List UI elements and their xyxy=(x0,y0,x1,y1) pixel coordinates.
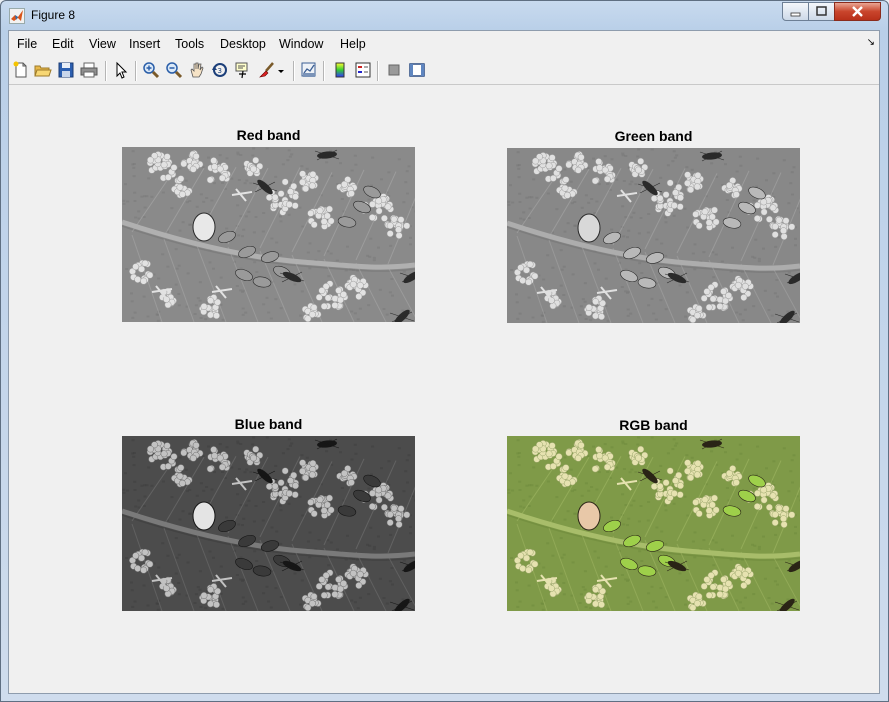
window-title: Figure 8 xyxy=(31,8,76,22)
show-plot-tools-icon[interactable] xyxy=(408,61,426,79)
legend-icon[interactable] xyxy=(354,61,372,79)
axes-title-blue: Blue band xyxy=(234,416,303,432)
image-blue-band[interactable] xyxy=(122,436,415,611)
axes-title-green: Green band xyxy=(614,128,693,144)
open-file-icon[interactable] xyxy=(34,61,52,79)
menu-desktop[interactable]: Desktop xyxy=(220,37,266,51)
figure-client: File Edit View Insert Tools Desktop Wind… xyxy=(8,30,880,694)
menu-tools[interactable]: Tools xyxy=(175,37,204,51)
pan-hand-icon[interactable] xyxy=(188,61,206,79)
figure-window: Figure 8 File Edit View Insert Tools Des… xyxy=(0,0,889,702)
save-icon[interactable] xyxy=(57,61,75,79)
menu-view[interactable]: View xyxy=(89,37,116,51)
new-figure-icon[interactable] xyxy=(12,61,30,79)
dock-arrow-icon[interactable]: ↘ xyxy=(867,37,875,48)
toolbar-separator xyxy=(135,61,137,81)
toolbar-separator xyxy=(323,61,325,81)
leaf-image xyxy=(507,436,800,611)
title-bar[interactable]: Figure 8 xyxy=(1,1,888,29)
svg-text:3: 3 xyxy=(218,67,222,75)
image-green-band[interactable] xyxy=(507,148,800,323)
leaf-image xyxy=(507,148,800,323)
data-cursor-icon[interactable] xyxy=(234,61,252,79)
colorbar-icon[interactable] xyxy=(331,61,349,79)
axes-title-rgb: RGB band xyxy=(619,417,688,433)
brush-dropdown-icon[interactable] xyxy=(277,61,285,79)
figure-canvas[interactable]: Red band Green band Blue band RGB band xyxy=(9,85,879,693)
menu-bar: File Edit View Insert Tools Desktop Wind… xyxy=(9,31,879,57)
toolbar-separator xyxy=(105,61,107,81)
zoom-out-icon[interactable] xyxy=(165,61,183,79)
leaf-image xyxy=(122,147,415,322)
print-icon[interactable] xyxy=(80,61,98,79)
maximize-button[interactable] xyxy=(808,2,835,21)
toolbar-separator xyxy=(293,61,295,81)
menu-file[interactable]: File xyxy=(17,37,37,51)
figure-toolbar: 3 xyxy=(9,58,879,85)
menu-insert[interactable]: Insert xyxy=(129,37,160,51)
menu-window[interactable]: Window xyxy=(279,37,323,51)
image-rgb-band[interactable] xyxy=(507,436,800,611)
hide-plot-tools-icon[interactable] xyxy=(385,61,403,79)
link-plot-icon[interactable] xyxy=(300,61,318,79)
rotate-3d-icon[interactable]: 3 xyxy=(211,61,229,79)
minimize-button[interactable] xyxy=(782,2,809,21)
axes-title-red: Red band xyxy=(236,127,301,143)
toolbar-separator xyxy=(377,61,379,81)
pointer-icon[interactable] xyxy=(112,61,130,79)
image-red-band[interactable] xyxy=(122,147,415,322)
matlab-icon xyxy=(9,8,25,24)
leaf-image xyxy=(122,436,415,611)
menu-help[interactable]: Help xyxy=(340,37,366,51)
zoom-in-icon[interactable] xyxy=(142,61,160,79)
close-button[interactable] xyxy=(834,2,881,21)
menu-edit[interactable]: Edit xyxy=(52,37,74,51)
brush-icon[interactable] xyxy=(258,61,276,79)
